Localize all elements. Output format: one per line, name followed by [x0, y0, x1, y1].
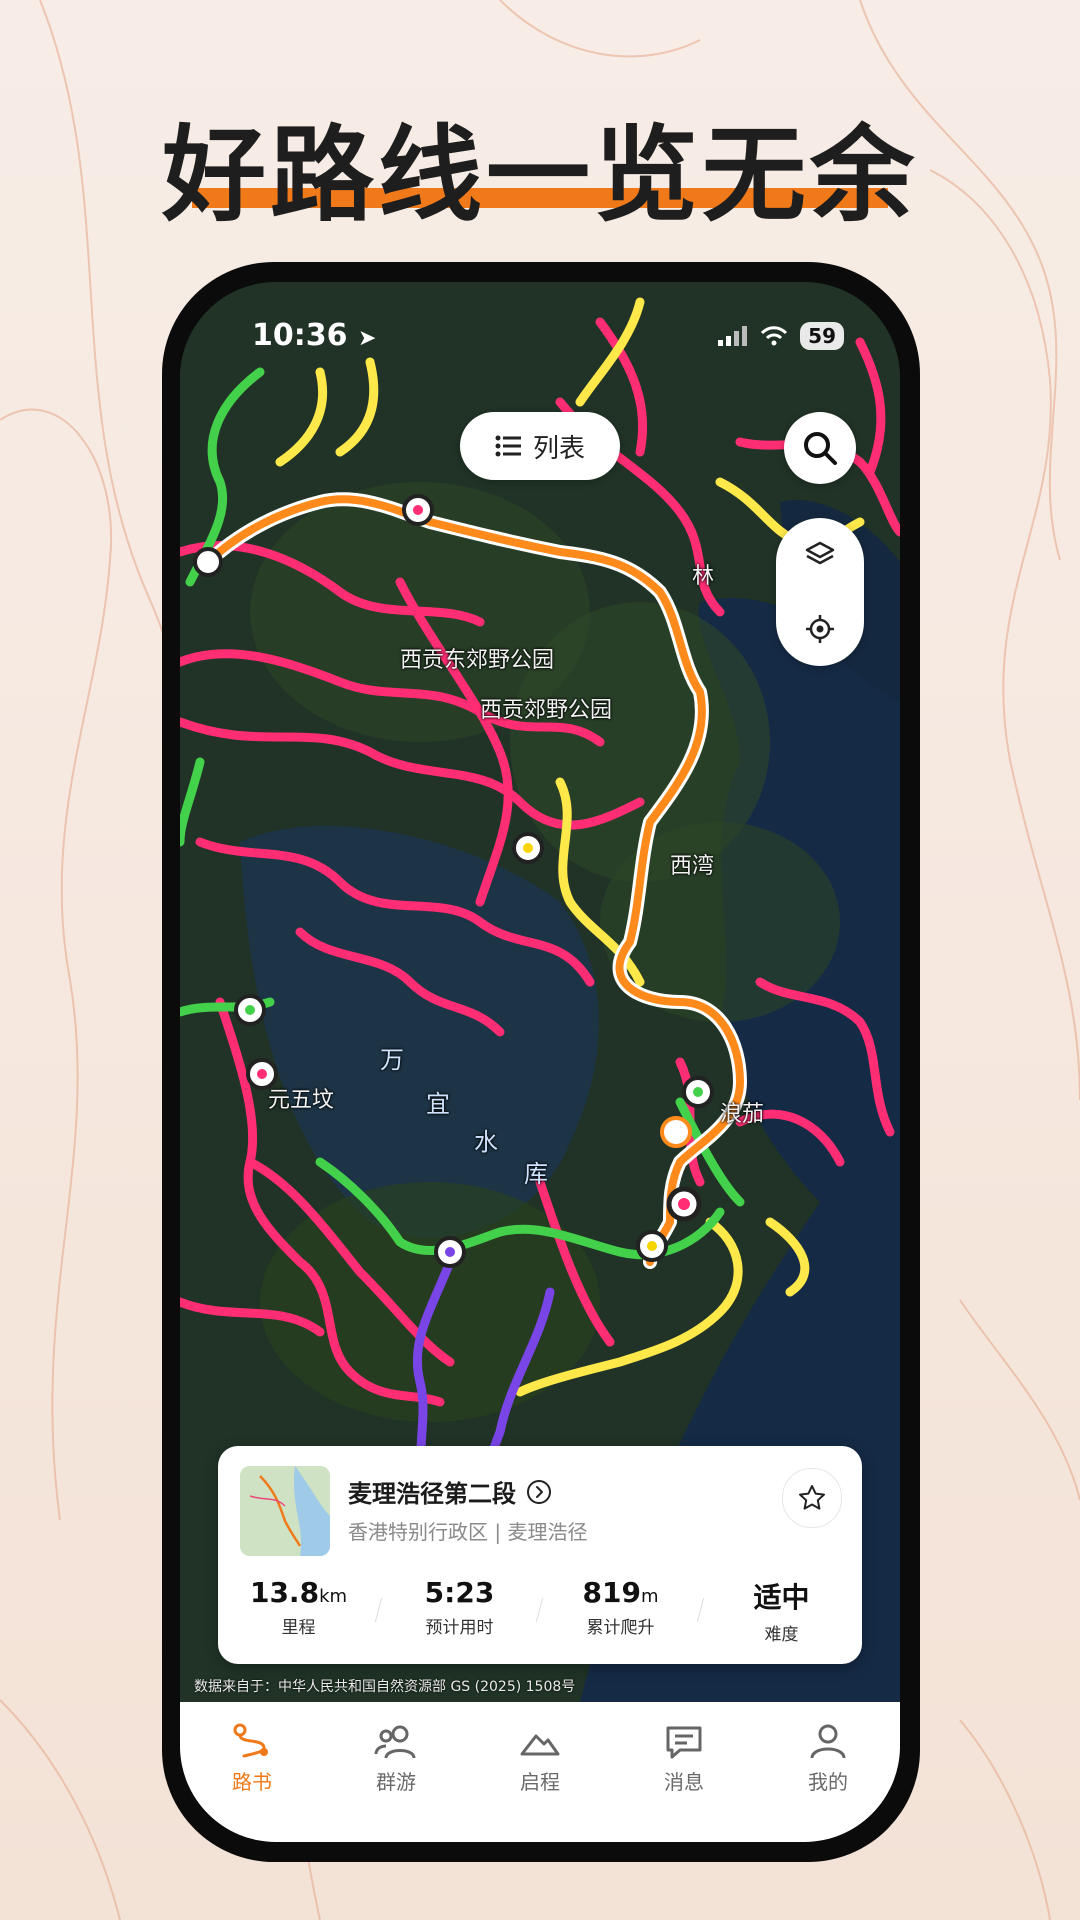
map-label-reservoir-1: 万	[380, 1046, 404, 1074]
tab-group-tour[interactable]: 群游	[324, 1702, 468, 1842]
chevron-right-circle-icon	[527, 1479, 551, 1504]
stat-difficulty-label: 难度	[764, 1625, 799, 1645]
stat-elevation: 819m 累计爬升	[540, 1576, 705, 1646]
stat-distance-value: 13.8	[249, 1576, 320, 1609]
headline: 好路线一览无余	[161, 114, 918, 236]
status-indicators: 59	[718, 322, 844, 350]
map-label-town: 林	[692, 564, 715, 589]
stat-elevation-label: 累计爬升	[586, 1618, 655, 1638]
stat-duration-value: 5:23	[424, 1576, 495, 1609]
stat-duration-label: 预计用时	[425, 1618, 494, 1638]
message-icon	[666, 1726, 702, 1759]
map-label-reservoir-2: 宜	[426, 1090, 450, 1118]
wifi-icon	[761, 326, 788, 346]
search-button[interactable]	[784, 412, 856, 484]
map-tools	[776, 518, 864, 666]
route-stats: 13.8km 里程 5:23 预计用时 819m 累计爬升 适中 难度	[218, 1576, 862, 1646]
tab-profile[interactable]: 我的	[756, 1702, 900, 1842]
map-credit: 数据来自于：中华人民共和国自然资源部 GS (2025) 1508号	[194, 1679, 576, 1695]
status-time-text: 10:36	[252, 318, 348, 353]
locate-button[interactable]	[776, 592, 864, 666]
map-label-place: 元五坟	[268, 1088, 335, 1113]
tab-depart-label: 启程	[520, 1770, 560, 1794]
route-icon	[233, 1723, 268, 1758]
layers-icon	[805, 541, 835, 565]
status-time: 10:36 ➤	[252, 318, 376, 353]
stat-distance-label: 里程	[281, 1618, 316, 1638]
favorite-button[interactable]	[782, 1468, 842, 1528]
location-arrow-icon: ➤	[357, 326, 377, 351]
map-label-park1: 西贡东郊野公园	[400, 648, 555, 673]
stat-distance: 13.8km 里程	[218, 1576, 383, 1646]
map-label-reservoir-4: 库	[524, 1160, 548, 1188]
route-title[interactable]: 麦理浩径第二段	[348, 1474, 552, 1509]
tab-bar: 路书 群游 启程 消息 我的	[180, 1702, 900, 1842]
cellular-signal-icon	[718, 326, 748, 346]
list-view-label: 列表	[532, 433, 585, 464]
map-label-reservoir-3: 水	[474, 1128, 498, 1156]
tab-profile-label: 我的	[808, 1770, 848, 1794]
star-icon	[799, 1485, 825, 1510]
route-thumbnail	[240, 1466, 330, 1556]
search-icon	[804, 432, 837, 465]
mountain-icon	[520, 1734, 560, 1756]
tab-routes[interactable]: 路书	[180, 1702, 324, 1842]
tab-messages-label: 消息	[664, 1770, 704, 1794]
app-screen: 西贡东郊野公园 西贡郊野公园 林 西湾 浪茄 元五坟 万 宜 水 库 10:36…	[180, 282, 900, 1842]
locate-icon	[806, 615, 834, 643]
tab-group-tour-label: 群游	[376, 1770, 416, 1794]
stat-difficulty-value: 适中	[753, 1581, 810, 1614]
profile-icon	[810, 1724, 846, 1759]
tab-routes-label: 路书	[232, 1770, 272, 1794]
group-icon	[374, 1725, 416, 1759]
route-subtitle: 香港特别行政区 | 麦理浩径	[348, 1520, 588, 1544]
battery-icon: 59	[800, 322, 844, 350]
map-label-park2: 西贡郊野公园	[480, 698, 613, 723]
tab-depart[interactable]: 启程	[468, 1702, 612, 1842]
list-icon	[495, 435, 521, 457]
layers-button[interactable]	[776, 518, 864, 592]
map-label-bay1: 西湾	[670, 854, 715, 879]
stat-duration: 5:23 预计用时	[379, 1576, 544, 1646]
stat-difficulty: 适中 难度	[701, 1576, 862, 1646]
stat-elevation-value: 819	[582, 1576, 641, 1609]
stat-distance-unit: km	[319, 1586, 348, 1607]
route-card[interactable]: 麦理浩径第二段 香港特别行政区 | 麦理浩径 13.8km 里程 5:23 预计…	[218, 1446, 862, 1664]
map-label-bay2: 浪茄	[720, 1102, 765, 1127]
route-title-text: 麦理浩径第二段	[348, 1480, 516, 1508]
list-view-button[interactable]: 列表	[460, 412, 620, 480]
tab-messages[interactable]: 消息	[612, 1702, 756, 1842]
stat-elevation-unit: m	[640, 1586, 659, 1607]
